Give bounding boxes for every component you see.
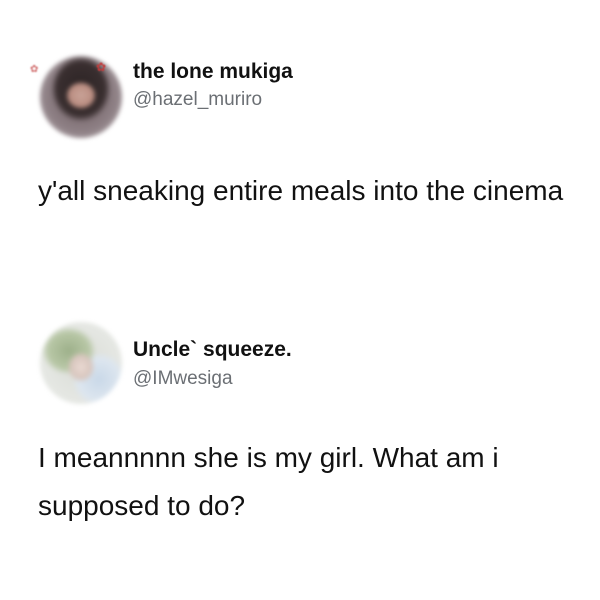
tweet-text: y'all sneaking entire meals into the cin… — [38, 175, 564, 206]
user-handle[interactable]: @hazel_muriro — [133, 89, 262, 111]
avatar-decoration-icon: ✿ — [96, 60, 107, 74]
display-name[interactable]: the lone mukiga — [133, 60, 293, 84]
display-name[interactable]: Uncle` squeeze. — [133, 338, 292, 362]
screenshot-page: ✿ ✿ the lone mukiga @hazel_muriro y'all … — [0, 0, 600, 600]
avatar[interactable] — [40, 322, 122, 404]
avatar[interactable] — [40, 56, 122, 138]
avatar-decoration-icon: ✿ — [30, 64, 39, 75]
user-handle[interactable]: @IMwesiga — [133, 368, 233, 390]
tweet-text: I meannnnn she is my girl. What am i sup… — [38, 442, 499, 521]
